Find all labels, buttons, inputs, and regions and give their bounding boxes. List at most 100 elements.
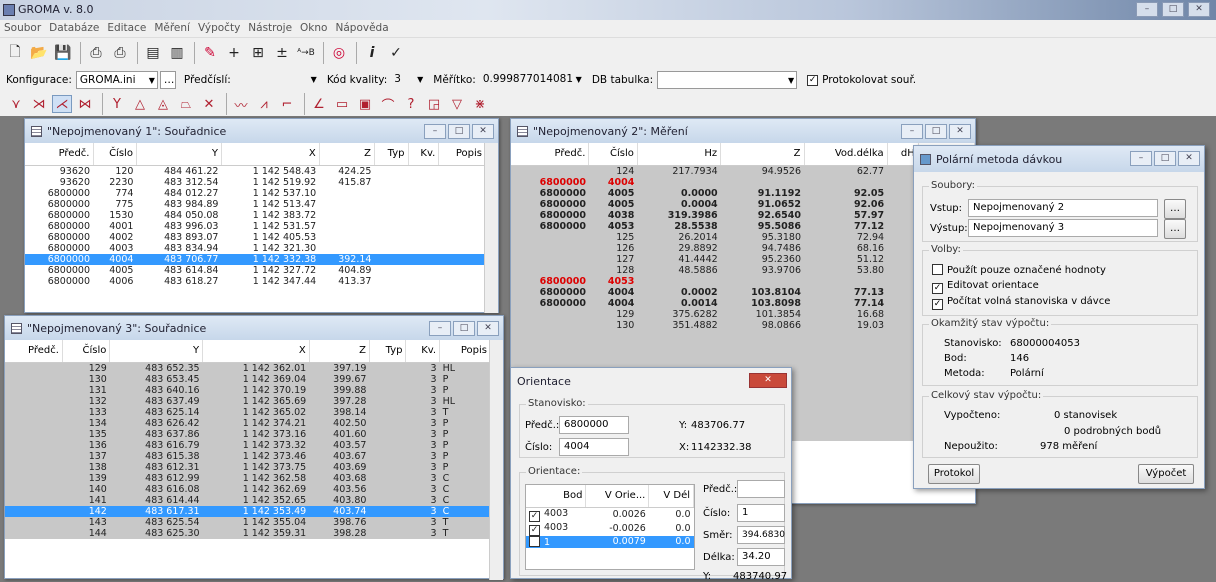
orientace-checkbox[interactable]: ✓ — [529, 510, 540, 522]
close-button[interactable]: ✕ — [1178, 151, 1200, 166]
meritko-select[interactable]: 0.999877014081 ▼ — [480, 71, 584, 89]
column-header[interactable]: Kv. — [408, 143, 440, 166]
arc-icon[interactable]: ⌒ — [378, 95, 398, 114]
triangle-split-icon[interactable]: ◬ — [153, 95, 173, 113]
table-row[interactable]: 6800000405328.553895.508677.122.00 — [511, 220, 975, 232]
menu-mereni[interactable]: Měření — [150, 20, 194, 36]
maximize-button[interactable]: □ — [925, 124, 947, 139]
intersection-icon[interactable]: ⋎ — [6, 95, 26, 113]
column-header[interactable]: Y — [136, 143, 222, 166]
column-header[interactable]: Vod.délka — [804, 143, 888, 166]
polar-dialog-titlebar[interactable]: Polární metoda dávkou – □ ✕ — [914, 146, 1204, 172]
opt2-row[interactable]: ✓ Editovat orientace — [932, 280, 1039, 294]
menu-vypocty[interactable]: Výpočty — [194, 20, 244, 36]
orientace-titlebar[interactable]: Orientace ✕ — [511, 368, 791, 394]
open-folder-icon[interactable]: 📂 — [28, 42, 50, 64]
r-cislo-field[interactable]: 1 — [737, 504, 785, 522]
table-row[interactable]: 139 483 612.99 1 142 362.58 403.68 3 C — [5, 472, 491, 484]
table-row[interactable]: 680000040050.000491.065292.061.60 — [511, 198, 975, 210]
column-header[interactable]: Z — [309, 340, 370, 363]
maximize-button[interactable]: □ — [448, 124, 470, 139]
table-row[interactable]: 137 483 615.38 1 142 373.46 403.67 3 P — [5, 450, 491, 462]
table-row[interactable]: 142 483 617.31 1 142 353.49 403.74 3 C — [5, 505, 491, 517]
menu-soubor[interactable]: Soubor — [0, 20, 45, 36]
close-button[interactable]: ✕ — [477, 321, 499, 336]
table-row[interactable]: 130351.488298.086619.030.06 — [511, 319, 975, 331]
table-row[interactable]: 131 483 640.16 1 142 370.19 399.88 3 P — [5, 384, 491, 396]
triangle-icon[interactable]: △ — [130, 95, 150, 113]
table-row[interactable]: 12741.444295.236051.121.60 — [511, 253, 975, 265]
minimize-button[interactable]: – — [1136, 2, 1158, 17]
window-mereni-titlebar[interactable]: "Nepojmenovaný 2": Měření – □ ✕ — [511, 119, 975, 143]
column-header[interactable]: Popis — [439, 340, 491, 363]
table-row[interactable]: 6800000 4005 483 614.84 1 142 327.72 404.89 — [25, 265, 486, 276]
save-icon[interactable]: 💾 — [52, 42, 74, 64]
table-row[interactable]: 6800000 1530 484 050.08 1 142 383.72 — [25, 210, 486, 221]
table-row[interactable]: 12629.889294.748668.161.60 — [511, 242, 975, 254]
table-row[interactable]: 141 483 614.44 1 142 352.65 403.80 3 C — [5, 494, 491, 506]
vstup-field[interactable]: Nepojmenovaný 2 — [968, 199, 1158, 217]
column-header[interactable]: Typ — [374, 143, 409, 166]
table-row[interactable]: 138 483 612.31 1 142 373.75 403.69 3 P — [5, 461, 491, 473]
area-icon[interactable]: ▣ — [355, 95, 375, 113]
menu-okno[interactable]: Okno — [296, 20, 331, 36]
minimize-button[interactable]: – — [901, 124, 923, 139]
db-tabulka-select[interactable]: ▼ — [657, 71, 798, 89]
close-button[interactable]: ✕ — [749, 373, 787, 388]
table-row[interactable]: 132 483 637.49 1 142 365.69 397.28 3 HL — [5, 395, 491, 407]
table-row[interactable]: 93620 2230 483 312.54 1 142 519.92 415.87 — [25, 177, 486, 188]
database-icon[interactable]: ▤ — [142, 42, 164, 64]
o-cislo-field[interactable]: 4004 — [559, 438, 629, 456]
column-header[interactable]: Předč. — [511, 143, 590, 166]
opt3-row[interactable]: ✓ Počítat volná stanoviska v dávce — [932, 296, 1110, 310]
o-predc-field[interactable]: 6800000 — [559, 416, 629, 434]
table-row[interactable]: 6800000 4001 483 996.03 1 142 531.57 — [25, 221, 486, 232]
orientace-checkbox[interactable]: ✓ — [529, 524, 540, 536]
table-row[interactable]: 124217.793494.952662.772.30 — [511, 165, 975, 177]
table-row[interactable]: 129 483 652.35 1 142 362.01 397.19 3 HL — [5, 362, 491, 374]
pencil-icon[interactable]: ✎ — [199, 42, 221, 64]
step-icon[interactable]: ⌐ — [277, 95, 297, 113]
table-row[interactable]: 6800000 775 483 984.89 1 142 513.47 — [25, 199, 486, 210]
print-preview-icon[interactable]: ⎙ — [109, 42, 131, 64]
column-header[interactable]: Z — [720, 143, 805, 166]
vystup-browse-button[interactable]: … — [1164, 219, 1186, 239]
column-header[interactable]: X — [221, 143, 320, 166]
column-header[interactable]: Číslo — [588, 143, 638, 166]
line-a-icon[interactable]: ∠ — [309, 95, 329, 113]
vstup-browse-button[interactable]: … — [1164, 199, 1186, 219]
table-row[interactable]: 144 483 625.30 1 142 359.31 398.28 3 T — [5, 527, 491, 539]
menu-nastroje[interactable]: Nástroje — [244, 20, 296, 36]
maximize-button[interactable]: □ — [1154, 151, 1176, 166]
protokol-button[interactable]: Protokol — [928, 464, 980, 484]
maximize-button[interactable]: □ — [1162, 2, 1184, 17]
vystup-field[interactable]: Nepojmenovaný 3 — [968, 219, 1158, 237]
info-icon[interactable]: i — [361, 42, 383, 64]
menu-databaze[interactable]: Databáze — [45, 20, 103, 36]
table-row[interactable]: 129375.6282101.385416.681.60 — [511, 308, 975, 320]
maximize-button[interactable]: □ — [453, 321, 475, 336]
minimize-button[interactable]: – — [429, 321, 451, 336]
r-predc-field[interactable] — [737, 480, 785, 498]
table-row[interactable]: 680000040040.0002103.810477.131.70 — [511, 286, 975, 298]
kod-kvality-select[interactable]: 3 ▼ — [391, 71, 425, 89]
close-button[interactable]: ✕ — [1188, 2, 1210, 17]
cross-icon[interactable]: ✕ — [199, 95, 219, 113]
table-row[interactable]: 6800000 4003 483 834.94 1 142 321.30 — [25, 243, 486, 254]
menu-napoveda[interactable]: Nápověda — [331, 20, 392, 36]
window-souradnice-1-titlebar[interactable]: "Nepojmenovaný 1": Souřadnice – □ ✕ — [25, 119, 498, 143]
table-row[interactable]: 6800000 4002 483 893.07 1 142 405.53 — [25, 232, 486, 243]
network-icon[interactable]: ⋇ — [470, 95, 490, 113]
table-row[interactable]: 1 0.0079 0.0 — [526, 535, 694, 548]
table-row[interactable]: 93620 120 484 461.22 1 142 548.43 424.25 — [25, 165, 486, 177]
column-header[interactable]: Kv. — [405, 340, 441, 363]
table-row[interactable]: 136 483 616.79 1 142 373.32 403.57 3 P — [5, 439, 491, 451]
plus-minus-icon[interactable]: ± — [271, 42, 293, 64]
table-row[interactable]: 143 483 625.54 1 142 355.04 398.76 3 T — [5, 516, 491, 528]
browse-button[interactable]: … — [159, 71, 176, 89]
predcisli-select[interactable]: ▼ — [235, 71, 319, 89]
zigzag-icon[interactable]: ⩘ — [254, 95, 274, 113]
table-row[interactable]: 130 483 653.45 1 142 369.04 399.67 3 P — [5, 373, 491, 385]
table-row[interactable]: 140 483 616.08 1 142 362.69 403.56 3 C — [5, 483, 491, 495]
column-header[interactable]: X — [202, 340, 310, 363]
